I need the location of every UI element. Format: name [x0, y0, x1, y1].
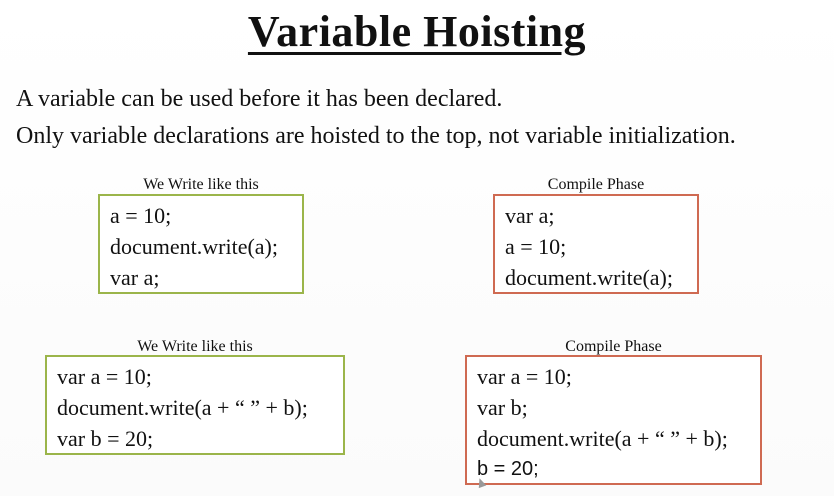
- example1-written-code-box: a = 10; document.write(a); var a;: [98, 194, 304, 294]
- code-line: var a;: [110, 265, 160, 290]
- code-line: var a = 10;: [477, 364, 572, 389]
- example2-written-caption: We Write like this: [137, 338, 253, 355]
- intro-line-2: Only variable declarations are hoisted t…: [16, 123, 736, 149]
- example1-compiled-caption: Compile Phase: [547, 176, 645, 193]
- code-line: b = 20;: [477, 458, 539, 480]
- code-line: a = 10;: [110, 203, 172, 228]
- code-line: document.write(a);: [110, 234, 278, 259]
- example1-compiled-code-box: var a; a = 10; document.write(a);: [493, 194, 699, 294]
- code-line: var a = 10;: [57, 364, 152, 389]
- code-line: document.write(a);: [505, 265, 673, 290]
- code-line: document.write(a + “ ” + b);: [477, 426, 728, 451]
- code-line: var a;: [505, 203, 555, 228]
- code-line: var b = 20;: [57, 426, 154, 451]
- example2-compiled-caption: Compile Phase: [565, 338, 662, 355]
- slide: Variable Hoisting A variable can be used…: [0, 0, 834, 496]
- example2-compiled-code-box: var a = 10; var b; document.write(a + “ …: [465, 355, 762, 485]
- example2-written-code-box: var a = 10; document.write(a + “ ” + b);…: [45, 355, 345, 455]
- code-line: a = 10;: [505, 234, 567, 259]
- code-line: document.write(a + “ ” + b);: [57, 395, 308, 420]
- code-line: var b;: [477, 395, 528, 420]
- example1-written-caption: We Write like this: [143, 176, 259, 193]
- intro-line-1: A variable can be used before it has bee…: [16, 86, 503, 112]
- slide-title: Variable Hoisting: [247, 7, 587, 56]
